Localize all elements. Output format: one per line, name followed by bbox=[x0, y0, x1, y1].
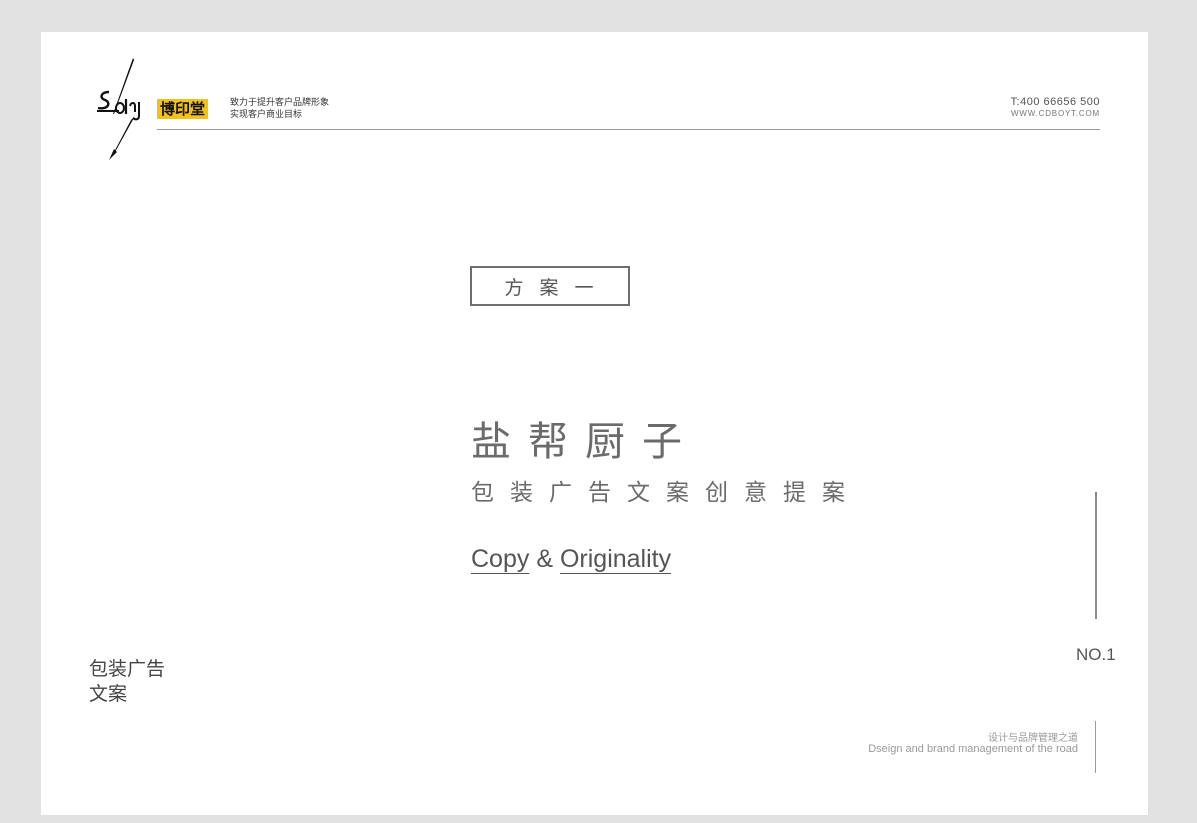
motto-english: Dseign and brand management of the road bbox=[868, 743, 1078, 755]
copy-word: Copy bbox=[471, 545, 530, 573]
contact-website: WWW.CDBOYT.COM bbox=[1011, 109, 1100, 118]
originality-word: Originality bbox=[559, 545, 672, 573]
contact-phone: T:400 66656 500 bbox=[1010, 96, 1100, 108]
motto-chinese: 设计与品牌管理之道 bbox=[988, 733, 1078, 744]
copy-originality-heading: Copy & Originality bbox=[471, 542, 671, 576]
ampersand: & bbox=[536, 545, 554, 573]
proposal-title: 盐帮厨子 bbox=[471, 419, 699, 465]
slogan-line-2: 实现客户商业目标 bbox=[230, 110, 303, 120]
page-number: NO.1 bbox=[1076, 645, 1116, 664]
proposal-page: 博印堂 致力于提升客户品牌形象 实现客户商业目标 T:400 66656 500… bbox=[41, 32, 1148, 815]
slogan-line-1: 致力于提升客户品牌形象 bbox=[230, 98, 330, 108]
plan-label-box: 方案一 bbox=[470, 266, 630, 306]
side-caption-line-1: 包装广告 bbox=[89, 658, 166, 680]
brand-name-badge: 博印堂 bbox=[157, 99, 209, 119]
proposal-subtitle: 包装广告文案创意提案 bbox=[471, 480, 861, 506]
header-divider bbox=[157, 129, 1100, 130]
side-caption-line-2: 文案 bbox=[89, 683, 128, 705]
brand-logo-icon bbox=[97, 57, 140, 160]
right-vertical-divider bbox=[1095, 492, 1097, 619]
footer-vertical-divider bbox=[1095, 721, 1096, 773]
side-caption: 包装广告 文案 bbox=[89, 657, 165, 707]
